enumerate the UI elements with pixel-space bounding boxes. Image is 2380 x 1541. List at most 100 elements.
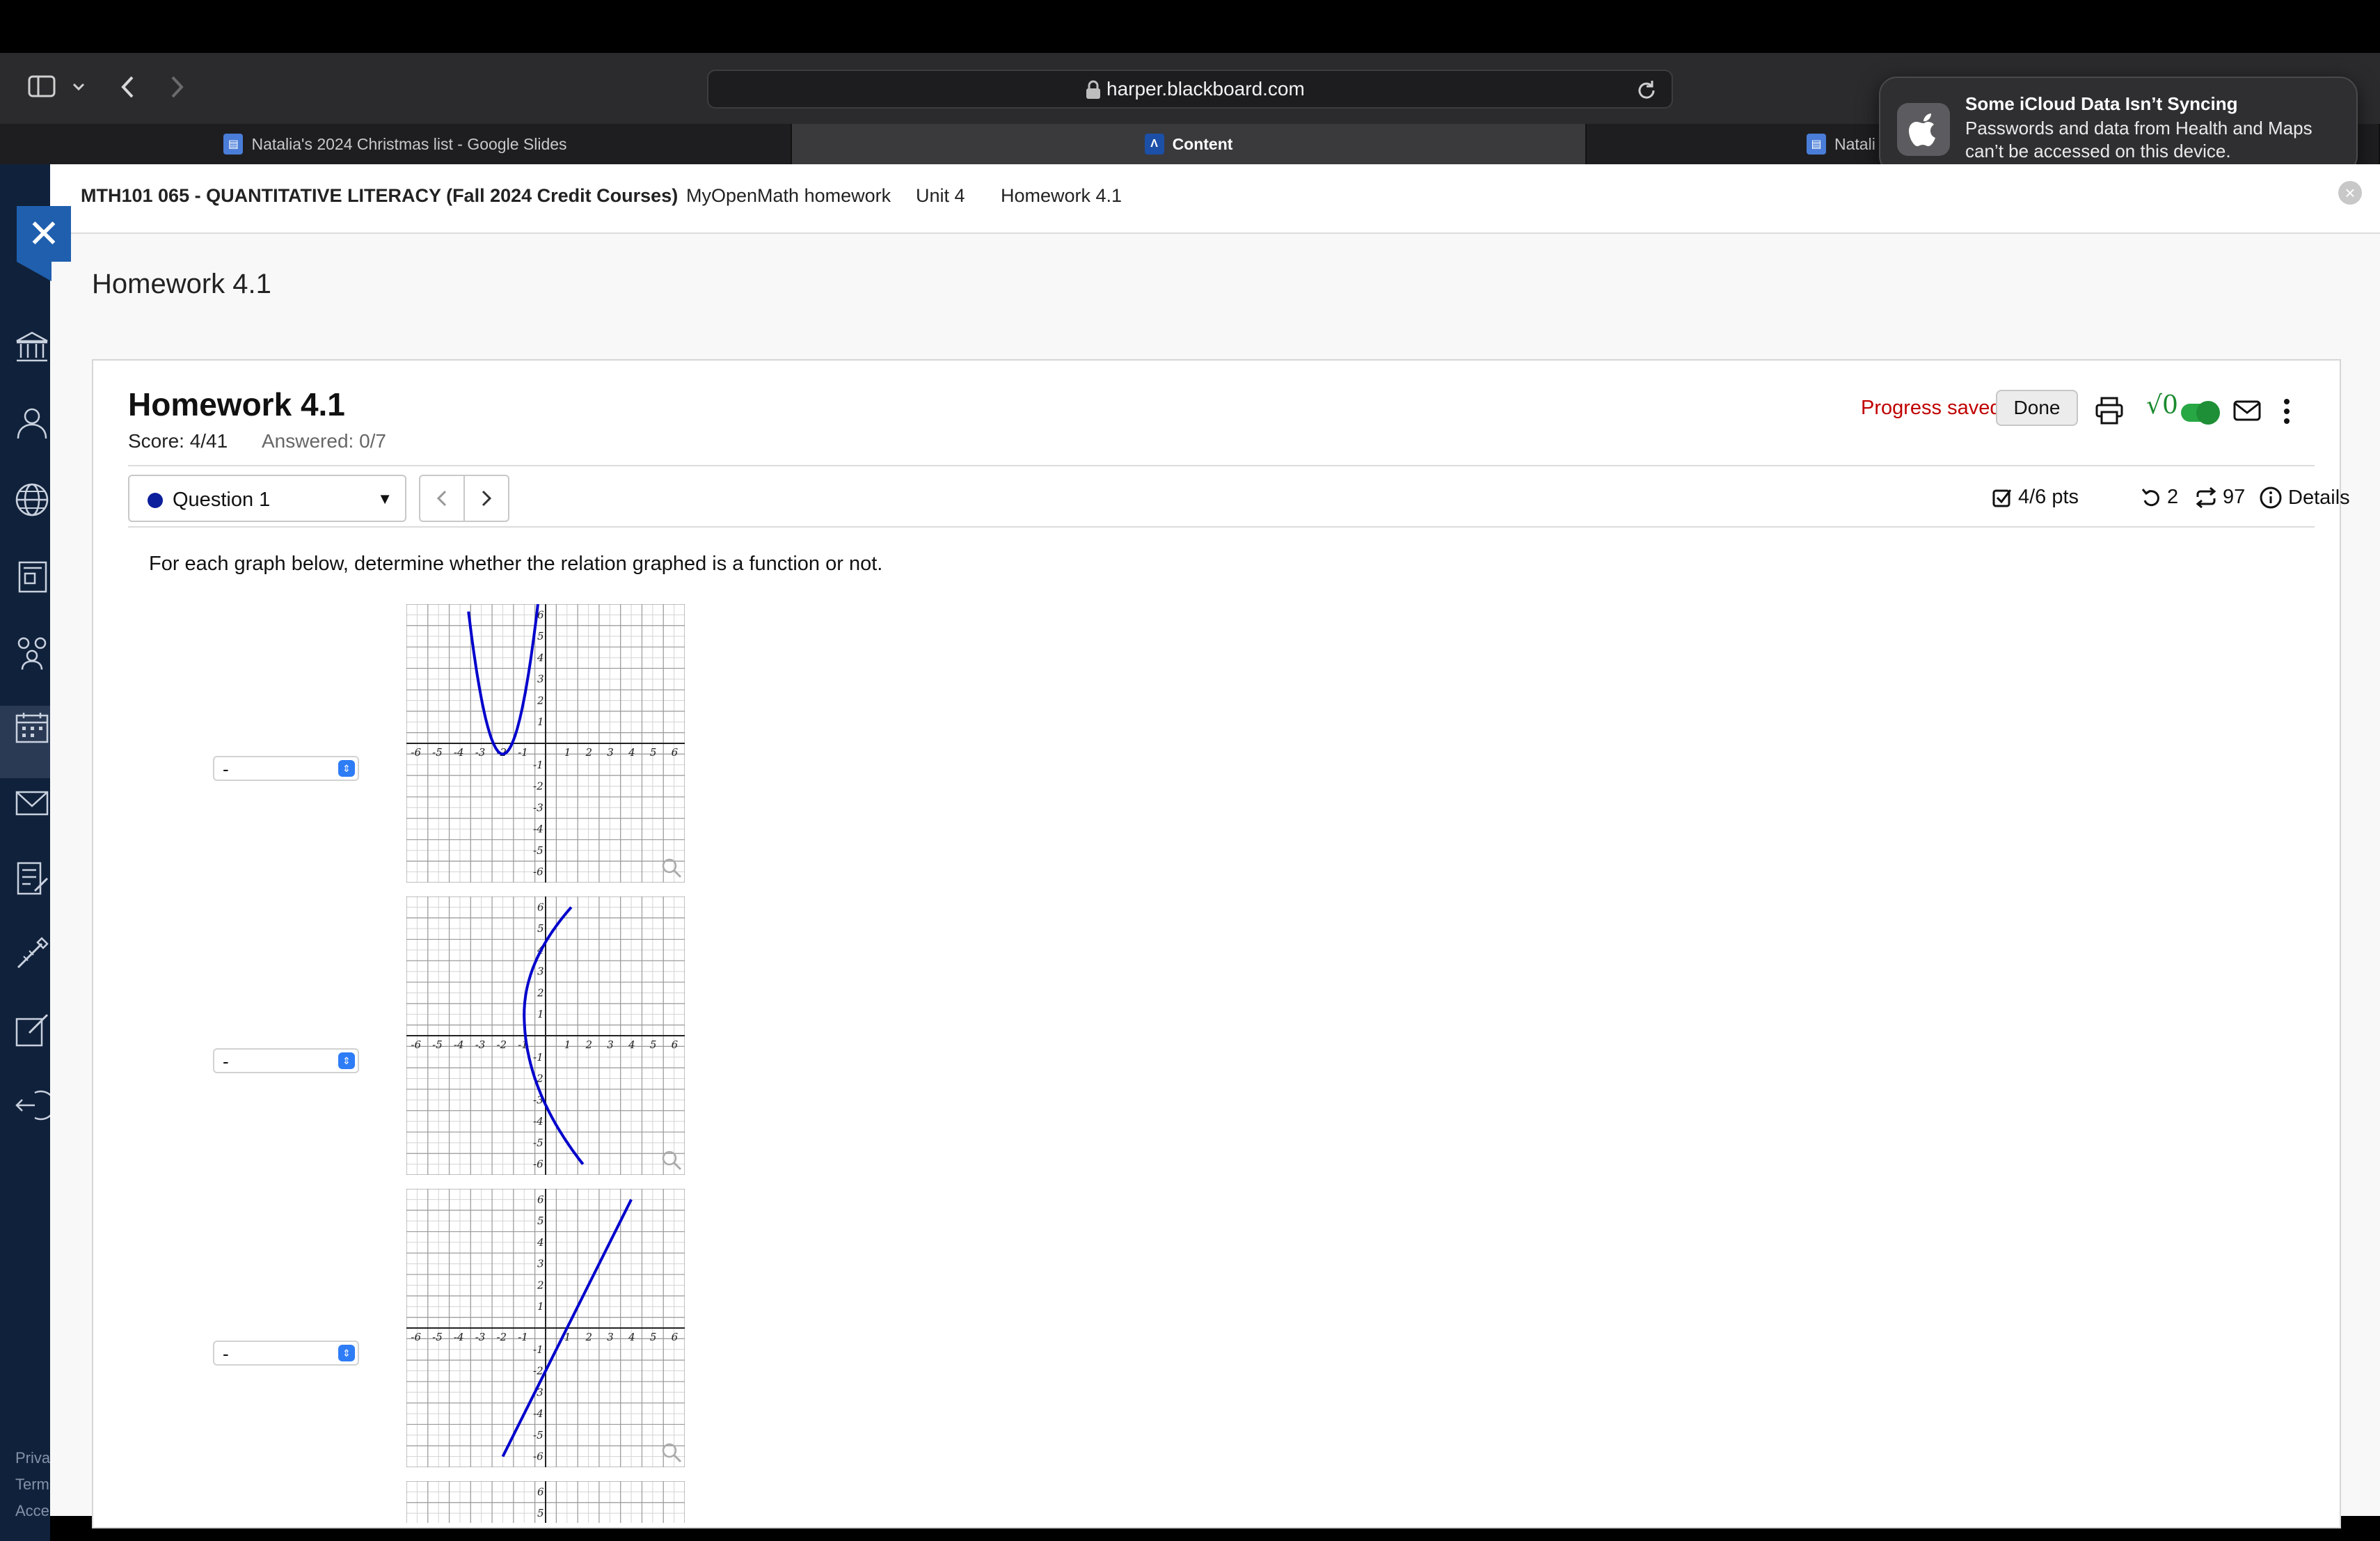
x-tick-label: 1: [564, 746, 571, 759]
content-area: Homework 4.1 Homework 4.1 Score: 4/41 An…: [50, 234, 2380, 1528]
tab-label: Natalia's 2024 Christmas list - Google S…: [251, 134, 567, 153]
notification-title: Some iCloud Data Isn’t Syncing: [1965, 93, 2238, 114]
x-tick-label: -5: [432, 1038, 443, 1051]
icloud-notification[interactable]: Some iCloud Data Isn’t Syncing Passwords…: [1879, 77, 2358, 174]
homework-frame: Homework 4.1 Score: 4/41 Answered: 0/7 P…: [92, 359, 2350, 1528]
chevron-down-icon[interactable]: [72, 82, 85, 92]
edit-icon[interactable]: [14, 1012, 50, 1048]
page-title: Homework 4.1: [92, 269, 271, 299]
x-tick-label: 5: [650, 746, 657, 759]
x-tick-label: 6: [672, 1331, 679, 1343]
details-link[interactable]: Details: [2259, 486, 2350, 509]
zoom-icon[interactable]: [662, 1443, 682, 1463]
message-icon[interactable]: [2232, 400, 2262, 422]
tab-google-slides[interactable]: ▤ Natalia's 2024 Christmas list - Google…: [0, 124, 792, 164]
x-tick-label: 3: [607, 1331, 614, 1343]
answer-select-value: -: [223, 759, 229, 780]
answer-select-2[interactable]: - ⇕: [213, 1048, 359, 1073]
repeat-icon: [2196, 487, 2216, 508]
address-bar[interactable]: harper.blackboard.com: [707, 70, 1673, 109]
answer-select-3[interactable]: - ⇕: [213, 1341, 359, 1366]
select-stepper-icon: ⇕: [338, 760, 355, 777]
x-tick-label: 4: [628, 1038, 635, 1051]
done-button[interactable]: Done: [1996, 390, 2078, 426]
url-text: harper.blackboard.com: [1106, 78, 1305, 100]
answer-select-1[interactable]: - ⇕: [213, 756, 359, 781]
footer-privacy-link[interactable]: Priva: [15, 1449, 50, 1467]
breadcrumb: MTH101 065 - QUANTITATIVE LITERACY (Fall…: [50, 164, 2380, 234]
lock-icon: [1086, 80, 1100, 99]
math-preview-toggle[interactable]: [2181, 401, 2220, 425]
x-tick-label: 6: [672, 746, 679, 759]
close-icon[interactable]: ×: [2338, 181, 2362, 205]
graph-4-partial[interactable]: 65: [406, 1481, 685, 1523]
close-panel-tab-shape: [17, 262, 51, 281]
answer-select-value: -: [223, 1051, 229, 1072]
x-tick-label: -6: [411, 746, 421, 759]
calendar-icon[interactable]: [14, 710, 50, 746]
x-tick-label: 6: [672, 1038, 679, 1051]
graph-2[interactable]: -6 -5 -4 -3 -2 -1 1 2 3 4 5 6654321-1-2-3-4-5-6: [406, 896, 685, 1175]
graph-3[interactable]: -6 -5 -4 -3 -2 -1 1 2 3 4 5 6654321-1-2-3-4-5-6: [406, 1189, 685, 1467]
back-icon[interactable]: [120, 75, 135, 99]
footer-terms-link[interactable]: Term: [15, 1476, 49, 1494]
more-options-icon[interactable]: [2283, 398, 2291, 425]
tab-content[interactable]: Λ Content: [792, 124, 1587, 164]
x-tick-label: 2: [585, 1331, 593, 1343]
next-question-button[interactable]: [463, 475, 509, 522]
y-tick-label: 1: [537, 716, 544, 728]
tab-label: Natali: [1834, 134, 1875, 153]
blackboard-left-nav: Priva Term Acce: [0, 164, 50, 1541]
x-tick-label: -1: [518, 746, 528, 759]
attempts-count: 97: [2223, 486, 2246, 508]
x-tick-label: 3: [607, 746, 614, 759]
sidebar-toggle-icon[interactable]: [28, 75, 56, 97]
organizations-icon[interactable]: [14, 635, 50, 671]
y-tick-label: 3: [537, 673, 544, 686]
x-tick-label: 5: [650, 1038, 657, 1051]
y-tick-label: -5: [533, 1137, 544, 1149]
tools-icon[interactable]: [14, 935, 50, 972]
retries-info: 2: [2141, 486, 2178, 509]
close-panel-button[interactable]: ✕: [17, 206, 71, 262]
homework-title: Homework 4.1: [128, 386, 345, 422]
zoom-icon[interactable]: [662, 858, 682, 878]
breadcrumb-item[interactable]: Homework 4.1: [1001, 185, 1122, 207]
y-tick-label: -5: [533, 1429, 544, 1441]
forward-icon[interactable]: [170, 75, 185, 99]
y-tick-label: 3: [537, 965, 544, 978]
x-tick-label: -4: [454, 746, 464, 759]
y-tick-label: -4: [533, 1115, 544, 1128]
previous-question-button[interactable]: [419, 475, 465, 522]
breadcrumb-item[interactable]: MyOpenMath homework: [686, 185, 891, 207]
answered-text: Answered: 0/7: [262, 430, 386, 452]
sign-out-icon[interactable]: [14, 1087, 50, 1123]
graph-1[interactable]: -6 -5 -4 -3 -2 -1 1 2 3 4 5 6654321-1-2-3-4-5-6: [406, 604, 685, 883]
tab-label: Content: [1172, 134, 1233, 153]
print-icon[interactable]: [2095, 397, 2124, 425]
y-tick-label: 5: [537, 1507, 544, 1519]
x-tick-label: -3: [475, 1331, 486, 1343]
y-tick-label: -6: [533, 1158, 544, 1171]
y-tick-label: 2: [537, 694, 544, 706]
footer-accessibility-link[interactable]: Acce: [15, 1502, 49, 1520]
question-selector[interactable]: Question 1 ▼: [128, 475, 406, 522]
y-tick-label: -4: [533, 823, 544, 835]
x-tick-label: 2: [585, 1038, 593, 1051]
profile-icon[interactable]: [14, 405, 50, 441]
courses-icon[interactable]: [14, 558, 50, 594]
institution-icon[interactable]: [14, 330, 50, 366]
x-tick-label: -3: [475, 1038, 486, 1051]
x-tick-label: 4: [628, 746, 635, 759]
y-tick-label: 3: [537, 1258, 544, 1270]
globe-icon[interactable]: [14, 482, 50, 518]
grades-icon[interactable]: [14, 860, 50, 896]
reload-icon[interactable]: [1635, 79, 1658, 102]
x-tick-label: 5: [650, 1331, 657, 1343]
breadcrumb-item[interactable]: Unit 4: [916, 185, 965, 207]
y-tick-label: 1: [537, 1008, 544, 1020]
breadcrumb-course[interactable]: MTH101 065 - QUANTITATIVE LITERACY (Fall…: [81, 185, 678, 207]
zoom-icon[interactable]: [662, 1151, 682, 1171]
mail-icon[interactable]: [14, 785, 50, 821]
progress-status: Progress saved: [1861, 397, 2001, 419]
